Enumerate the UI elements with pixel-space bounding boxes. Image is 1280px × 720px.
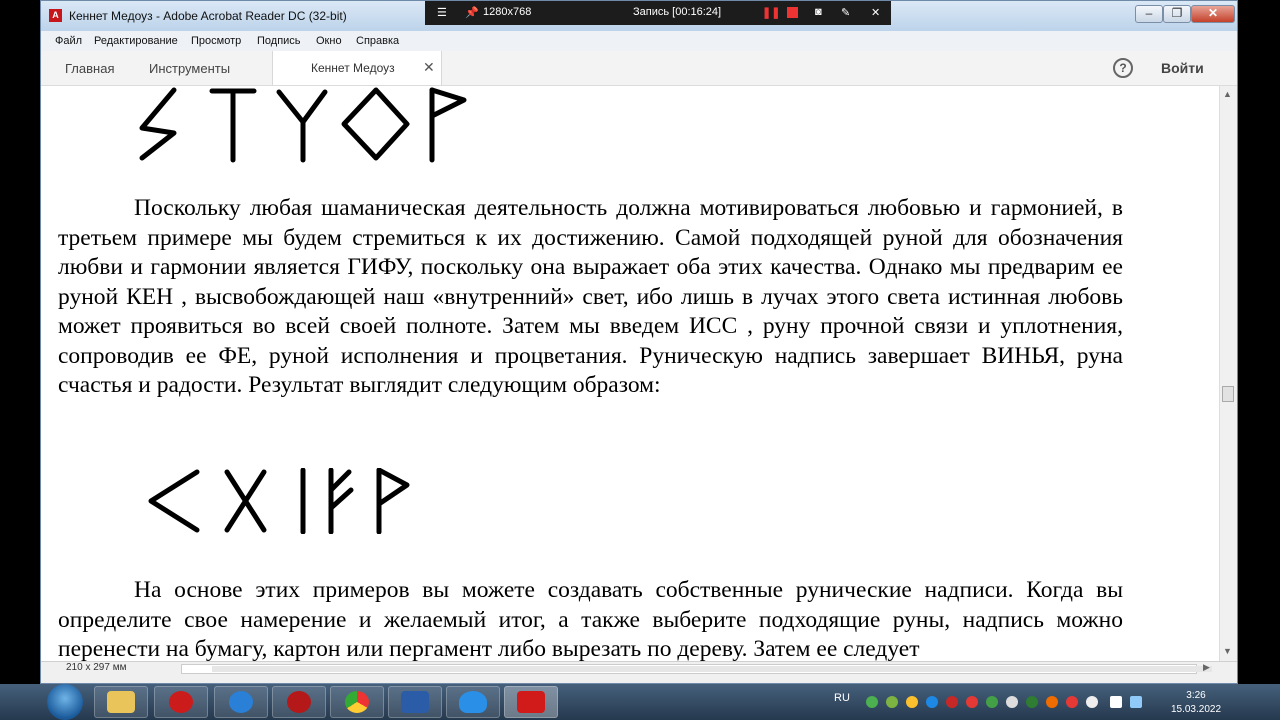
stop-icon[interactable] xyxy=(787,7,798,18)
rune-inscription-1 xyxy=(139,87,467,163)
acrobat-window: A Кеннет Медоуз - Adobe Acrobat Reader D… xyxy=(40,0,1238,684)
menu-view[interactable]: Просмотр xyxy=(191,35,241,47)
pause-icon[interactable]: ❚❚ xyxy=(762,6,780,19)
vertical-scrollbar[interactable]: ▲ ▼ xyxy=(1219,86,1237,661)
pdf-icon: A xyxy=(49,9,62,22)
camera-icon[interactable]: ◙ xyxy=(815,6,822,18)
clock-date: 15.03.2022 xyxy=(1170,704,1222,715)
menu-icon[interactable]: ☰ xyxy=(437,6,447,19)
menu-window[interactable]: Окно xyxy=(316,35,342,47)
tab-document-label: Кеннет Медоуз xyxy=(311,61,395,75)
pen-icon[interactable]: ✎ xyxy=(841,6,850,19)
acrobat-icon xyxy=(517,691,545,713)
word-icon xyxy=(401,691,429,713)
paragraph-1: Поскольку любая шаманическая деятельност… xyxy=(58,195,1123,398)
vertical-scroll-thumb[interactable] xyxy=(1222,386,1234,402)
taskbar-internet-explorer[interactable] xyxy=(214,686,268,718)
volume-icon[interactable] xyxy=(1110,696,1122,708)
close-tab-icon[interactable]: ✕ xyxy=(423,59,435,76)
recorder-resolution: 1280x768 xyxy=(483,6,532,18)
tray-stop-icon[interactable] xyxy=(966,696,978,708)
start-button[interactable] xyxy=(47,684,83,720)
scroll-right-icon[interactable]: ▶ xyxy=(1203,662,1210,673)
rune-inscription-2 xyxy=(148,468,410,534)
tray-record-icon[interactable] xyxy=(946,696,958,708)
title-bar: A Кеннет Медоуз - Adobe Acrobat Reader D… xyxy=(41,1,1237,31)
tab-home[interactable]: Главная xyxy=(65,61,114,76)
tray-power-icon[interactable] xyxy=(1046,696,1058,708)
minimize-button[interactable]: – xyxy=(1135,5,1163,23)
signin-button[interactable]: Войти xyxy=(1161,60,1204,76)
recorder-bar: ☰ 📌 1280x768 Запись [00:16:24] ❚❚ ◙ ✎ ✕ xyxy=(425,1,891,25)
taskbar-heart-app[interactable] xyxy=(446,686,500,718)
rune-app-icon xyxy=(287,691,311,713)
window-title: Кеннет Медоуз - Adobe Acrobat Reader DC … xyxy=(69,9,347,23)
tray-check-icon[interactable] xyxy=(986,696,998,708)
taskbar-word[interactable] xyxy=(388,686,442,718)
help-icon[interactable]: ? xyxy=(1113,58,1133,78)
taskbar-acrobat[interactable] xyxy=(504,686,558,718)
opera-icon xyxy=(169,691,193,713)
taskbar-opera[interactable] xyxy=(154,686,208,718)
horizontal-scroll-thumb[interactable] xyxy=(212,666,1212,672)
close-button[interactable]: ✕ xyxy=(1191,5,1235,23)
tab-bar: Главная Инструменты Кеннет Медоуз ✕ ? Во… xyxy=(41,51,1237,86)
tab-document[interactable]: Кеннет Медоуз ✕ xyxy=(272,51,442,85)
menu-sign[interactable]: Подпись xyxy=(257,35,301,47)
pin-icon[interactable]: 📌 xyxy=(465,6,479,19)
taskbar-explorer[interactable] xyxy=(94,686,148,718)
taskbar-chrome[interactable] xyxy=(330,686,384,718)
ie-icon xyxy=(229,691,253,713)
status-bar: 210 x 297 мм ▶ xyxy=(41,661,1237,683)
taskbar-rune-app[interactable] xyxy=(272,686,326,718)
document-view[interactable]: Поскольку любая шаманическая деятельност… xyxy=(41,86,1219,661)
maximize-button[interactable]: ❐ xyxy=(1163,5,1191,23)
menu-edit[interactable]: Редактирование xyxy=(94,35,178,47)
clock[interactable]: 3:26 15.03.2022 xyxy=(1166,689,1226,717)
tray-clock-icon[interactable] xyxy=(1066,696,1078,708)
horizontal-scrollbar[interactable] xyxy=(181,664,1212,674)
tray-flag-icon[interactable] xyxy=(1086,696,1098,708)
scroll-down-icon[interactable]: ▼ xyxy=(1223,646,1232,656)
language-indicator[interactable]: RU xyxy=(834,692,850,704)
chrome-icon xyxy=(345,691,369,713)
heart-icon xyxy=(459,691,487,713)
menu-file[interactable]: Файл xyxy=(55,35,82,47)
clock-time: 3:26 xyxy=(1186,690,1206,701)
page-size: 210 x 297 мм xyxy=(66,662,127,673)
folder-icon xyxy=(107,691,135,713)
tab-tools[interactable]: Инструменты xyxy=(149,61,230,76)
recorder-status: Запись [00:16:24] xyxy=(633,6,722,18)
tray-app-icon[interactable] xyxy=(886,696,898,708)
recorder-close-icon[interactable]: ✕ xyxy=(871,6,880,19)
tray-sync-icon[interactable] xyxy=(866,696,878,708)
paragraph-2: На основе этих примеров вы можете создав… xyxy=(58,577,1123,661)
tray-monitor-icon[interactable] xyxy=(1006,696,1018,708)
tray-settings-icon[interactable] xyxy=(906,696,918,708)
menu-help[interactable]: Справка xyxy=(356,35,399,47)
menu-bar: Файл Редактирование Просмотр Подпись Окн… xyxy=(41,31,1237,52)
network-icon[interactable] xyxy=(1130,696,1142,708)
tray-shield-icon[interactable] xyxy=(1026,696,1038,708)
scroll-up-icon[interactable]: ▲ xyxy=(1223,89,1232,99)
tray-network-icon[interactable] xyxy=(926,696,938,708)
